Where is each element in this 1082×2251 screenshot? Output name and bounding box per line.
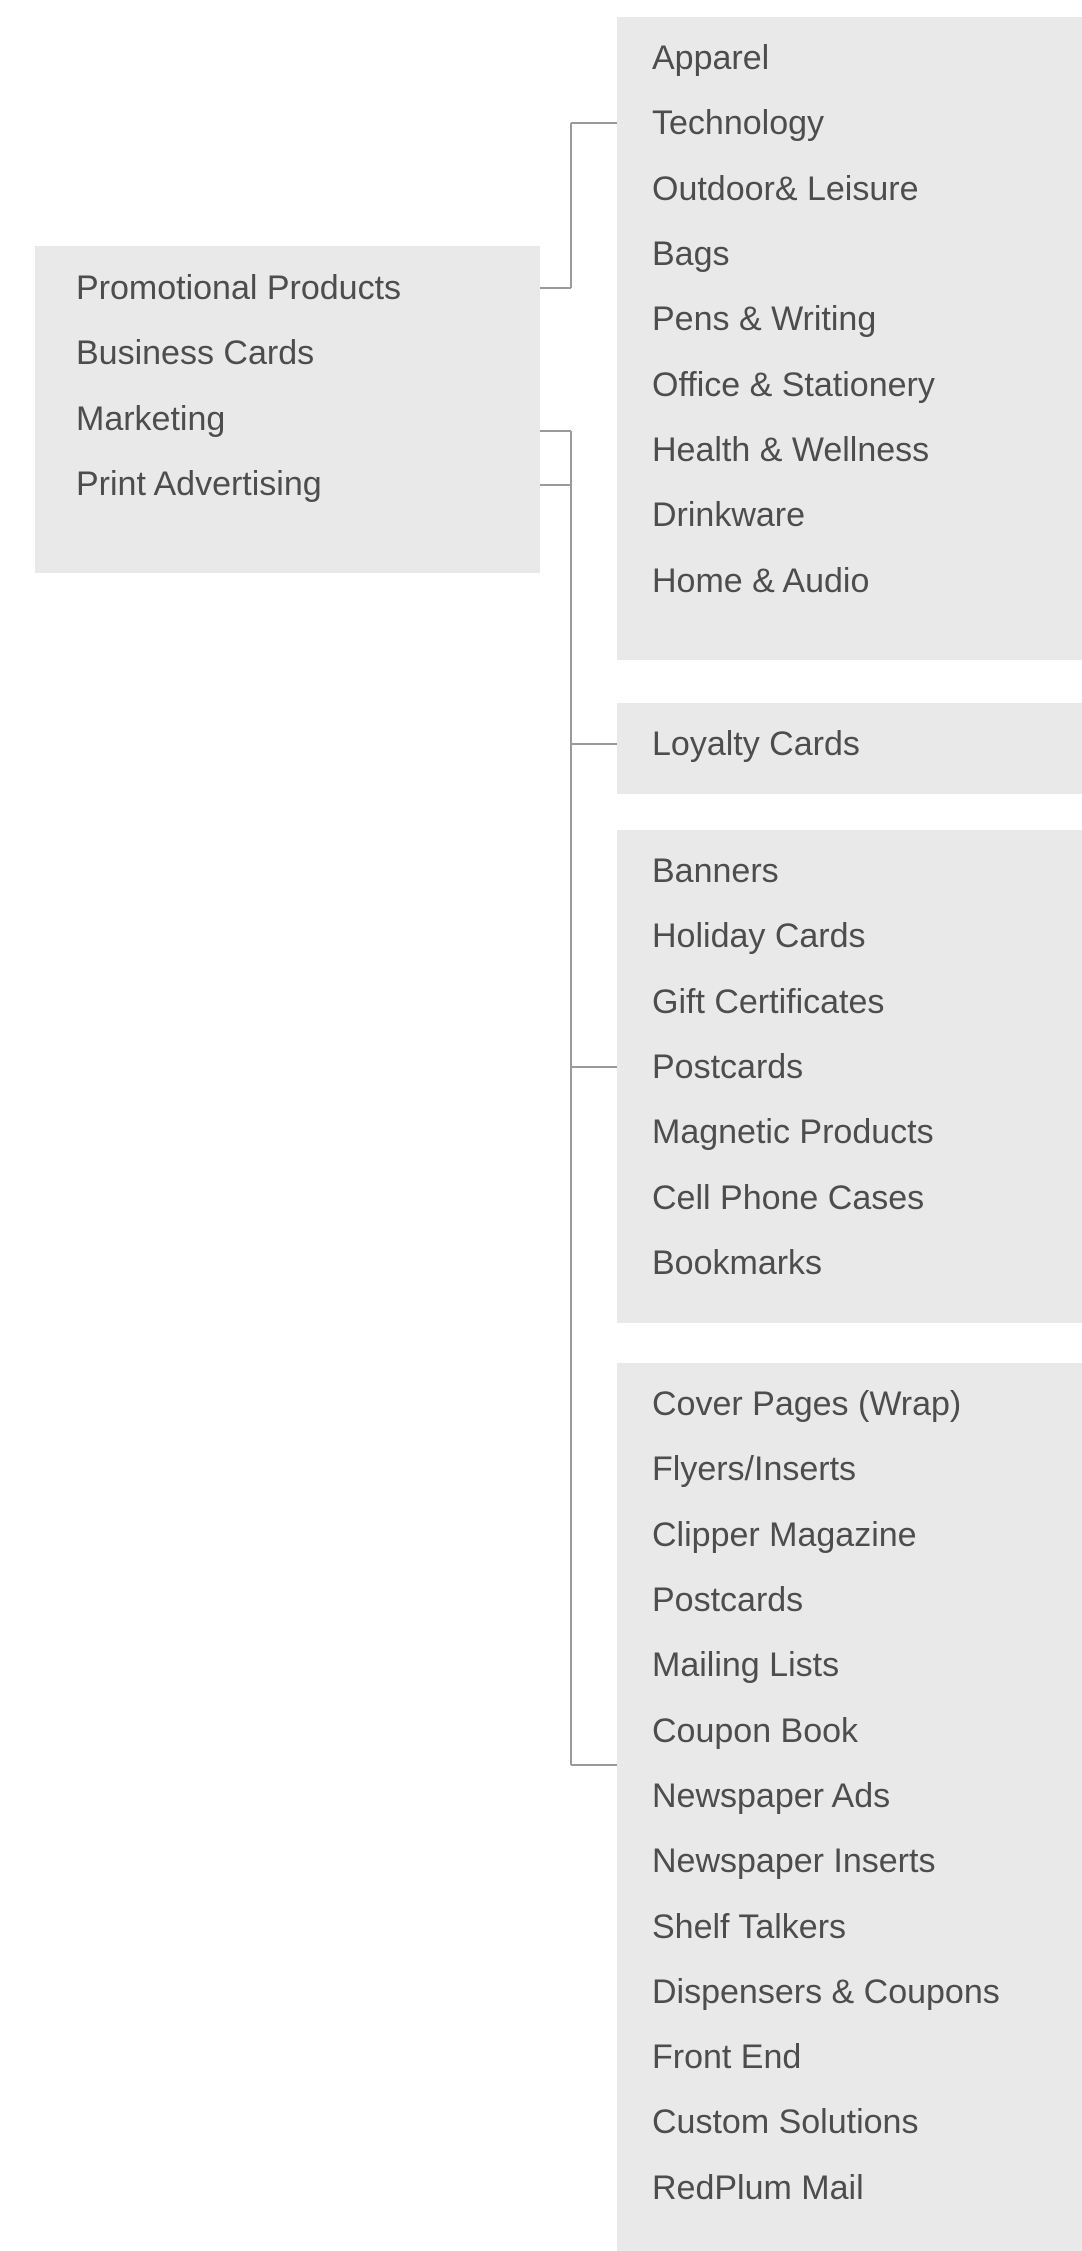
submenu-item-coupon-book[interactable]: Coupon Book bbox=[652, 1711, 858, 1751]
submenu-item-holiday-cards[interactable]: Holiday Cards bbox=[652, 916, 866, 956]
submenu-item-apparel[interactable]: Apparel bbox=[652, 38, 769, 78]
submenu-item-flyers-inserts[interactable]: Flyers/Inserts bbox=[652, 1449, 856, 1489]
submenu-item-technology[interactable]: Technology bbox=[652, 103, 824, 143]
submenu-item-bookmarks[interactable]: Bookmarks bbox=[652, 1243, 822, 1283]
submenu-item-postcards[interactable]: Postcards bbox=[652, 1580, 803, 1620]
submenu-item-health-wellness[interactable]: Health & Wellness bbox=[652, 430, 929, 470]
submenu-promotional-products: Apparel Technology Outdoor& Leisure Bags… bbox=[617, 17, 1082, 660]
submenu-item-shelf-talkers[interactable]: Shelf Talkers bbox=[652, 1907, 846, 1947]
submenu-item-magnetic-products[interactable]: Magnetic Products bbox=[652, 1112, 934, 1152]
submenu-item-newspaper-inserts[interactable]: Newspaper Inserts bbox=[652, 1841, 935, 1881]
submenu-item-cover-pages-wrap[interactable]: Cover Pages (Wrap) bbox=[652, 1384, 961, 1424]
submenu-marketing: Banners Holiday Cards Gift Certificates … bbox=[617, 830, 1082, 1323]
menu-item-print-advertising[interactable]: Print Advertising bbox=[76, 464, 322, 504]
submenu-item-loyalty-cards[interactable]: Loyalty Cards bbox=[652, 724, 860, 764]
submenu-item-outdoor-leisure[interactable]: Outdoor& Leisure bbox=[652, 169, 919, 209]
submenu-item-banners[interactable]: Banners bbox=[652, 851, 779, 891]
submenu-item-custom-solutions[interactable]: Custom Solutions bbox=[652, 2102, 918, 2142]
menu-item-business-cards[interactable]: Business Cards bbox=[76, 333, 314, 373]
submenu-item-office-stationery[interactable]: Office & Stationery bbox=[652, 365, 935, 405]
submenu-item-bags[interactable]: Bags bbox=[652, 234, 730, 274]
submenu-item-mailing-lists[interactable]: Mailing Lists bbox=[652, 1645, 839, 1685]
menu-item-promotional-products[interactable]: Promotional Products bbox=[76, 268, 401, 308]
submenu-business-cards: Loyalty Cards bbox=[617, 703, 1082, 794]
submenu-item-redplum-mail[interactable]: RedPlum Mail bbox=[652, 2168, 864, 2208]
main-menu-panel: Promotional Products Business Cards Mark… bbox=[35, 246, 540, 573]
submenu-item-pens-writing[interactable]: Pens & Writing bbox=[652, 299, 876, 339]
submenu-item-postcards[interactable]: Postcards bbox=[652, 1047, 803, 1087]
submenu-item-dispensers-coupons[interactable]: Dispensers & Coupons bbox=[652, 1972, 1000, 2012]
submenu-item-cell-phone-cases[interactable]: Cell Phone Cases bbox=[652, 1178, 924, 1218]
submenu-item-newspaper-ads[interactable]: Newspaper Ads bbox=[652, 1776, 890, 1816]
menu-item-marketing[interactable]: Marketing bbox=[76, 399, 225, 439]
submenu-item-clipper-magazine[interactable]: Clipper Magazine bbox=[652, 1515, 917, 1555]
submenu-print-advertising: Cover Pages (Wrap) Flyers/Inserts Clippe… bbox=[617, 1363, 1082, 2251]
submenu-item-gift-certificates[interactable]: Gift Certificates bbox=[652, 982, 884, 1022]
submenu-item-drinkware[interactable]: Drinkware bbox=[652, 495, 805, 535]
submenu-item-home-audio[interactable]: Home & Audio bbox=[652, 561, 869, 601]
submenu-item-front-end[interactable]: Front End bbox=[652, 2037, 801, 2077]
